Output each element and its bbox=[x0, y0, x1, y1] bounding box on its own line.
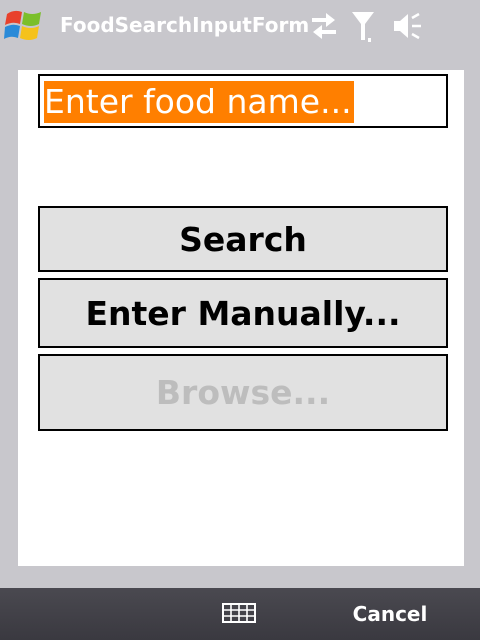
enter-manually-button[interactable]: Enter Manually... bbox=[38, 278, 448, 348]
enter-manually-button-label: Enter Manually... bbox=[85, 293, 401, 333]
search-button-label: Search bbox=[179, 219, 307, 259]
browse-button-label: Browse... bbox=[155, 373, 331, 412]
form-area: Enter food name... Search Enter Manually… bbox=[18, 70, 464, 566]
search-button[interactable]: Search bbox=[38, 206, 448, 272]
windows-start-logo-icon[interactable] bbox=[4, 6, 44, 44]
food-name-input[interactable]: Enter food name... bbox=[38, 74, 448, 128]
connectivity-icon[interactable] bbox=[308, 10, 340, 42]
title-bar: FoodSearchInputForm bbox=[0, 0, 480, 52]
food-name-input-text: Enter food name... bbox=[44, 81, 354, 123]
volume-icon[interactable] bbox=[392, 10, 422, 42]
keyboard-icon[interactable] bbox=[222, 603, 256, 623]
browse-button: Browse... bbox=[38, 354, 448, 431]
window-title: FoodSearchInputForm bbox=[60, 13, 310, 37]
signal-icon[interactable] bbox=[350, 10, 376, 44]
cancel-softkey[interactable]: Cancel bbox=[340, 602, 440, 626]
menu-bar: Cancel bbox=[0, 588, 480, 640]
